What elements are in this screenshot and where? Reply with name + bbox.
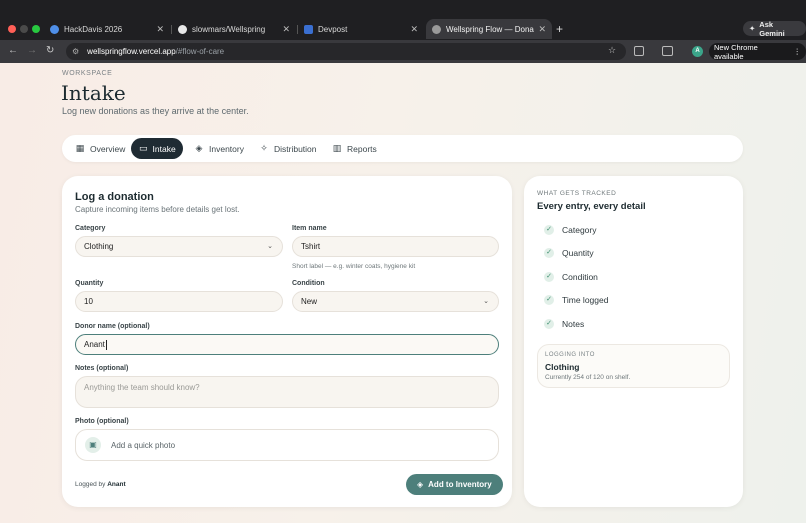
add-photo-button[interactable]: ▣ Add a quick photo <box>75 429 499 461</box>
bookmark-star-icon[interactable]: ☆ <box>608 45 616 56</box>
github-favicon-icon <box>178 24 187 34</box>
bar-chart-icon: ▥ <box>332 143 342 153</box>
back-arrow-icon[interactable]: ← <box>8 45 18 56</box>
side-eyebrow: WHAT GETS TRACKED <box>537 190 617 197</box>
notes-textarea[interactable]: Anything the team should know? <box>75 376 499 408</box>
tab-inventory[interactable]: ◈ Inventory <box>186 138 252 159</box>
check-icon: ✓ <box>544 295 554 305</box>
donor-name-input[interactable]: Anant <box>75 334 499 355</box>
chevron-down-icon: ⌄ <box>483 298 489 305</box>
notes-label: Notes (optional) <box>75 365 129 372</box>
item-name-label: Item name <box>292 225 327 232</box>
check-icon: ✓ <box>544 248 554 258</box>
tab-reports[interactable]: ▥ Reports <box>324 138 385 159</box>
section-tabs: ▦ Overview ▭ Intake ◈ Inventory ✧ Distri… <box>62 135 743 162</box>
page-subtitle: Log new donations as they arrive at the … <box>62 106 249 116</box>
logging-into-eyebrow: LOGGING INTO <box>545 352 595 358</box>
logging-into-category: Clothing <box>545 362 580 372</box>
forward-arrow-icon[interactable]: → <box>27 45 37 56</box>
box-icon: ◈ <box>417 480 424 489</box>
globe-favicon-icon <box>432 24 441 34</box>
category-label: Category <box>75 225 106 232</box>
hackdavis-favicon-icon <box>50 24 59 34</box>
donor-name-label: Donor name (optional) <box>75 323 150 330</box>
item-name-hint: Short label — e.g. winter coats, hygiene… <box>292 263 416 270</box>
reload-icon[interactable]: ↻ <box>46 45 54 56</box>
page-title: Intake <box>61 81 126 105</box>
photo-label: Photo (optional) <box>75 418 129 425</box>
address-bar[interactable]: ⚙ wellspringflow.vercel.app/#flow-of-car… <box>66 43 626 60</box>
tracked-item-category: ✓ Category <box>544 225 597 235</box>
tab-intake[interactable]: ▭ Intake <box>131 138 183 159</box>
text-cursor <box>105 339 107 350</box>
cast-screen-icon[interactable] <box>662 46 673 56</box>
logging-into-panel: LOGGING INTO Clothing Currently 254 of 1… <box>537 344 730 388</box>
devpost-favicon-icon <box>304 24 313 34</box>
category-select[interactable]: Clothing ⌄ <box>75 236 283 257</box>
tracked-item-time-logged: ✓ Time logged <box>544 295 608 305</box>
maximize-window-button[interactable] <box>32 25 40 33</box>
more-vertical-icon[interactable]: ⋮ <box>794 47 802 56</box>
item-name-input[interactable]: Tshirt <box>292 236 499 257</box>
handshake-icon: ✧ <box>260 143 268 153</box>
close-tab-icon[interactable]: ✕ <box>282 24 290 35</box>
condition-label: Condition <box>292 280 325 287</box>
grid-icon: ▦ <box>75 143 85 153</box>
new-tab-plus-icon[interactable]: + <box>556 22 563 36</box>
image-icon: ▣ <box>85 437 101 453</box>
close-tab-icon[interactable]: ✕ <box>410 24 418 35</box>
close-window-button[interactable] <box>8 25 16 33</box>
page-eyebrow: WORKSPACE <box>62 70 113 77</box>
condition-select[interactable]: New ⌄ <box>292 291 499 312</box>
new-chrome-available-button[interactable]: New Chrome available ⋮ <box>709 43 806 61</box>
form-subtitle: Capture incoming items before details ge… <box>75 205 240 214</box>
browser-tab-github[interactable]: slowmars/Wellspring ✕ <box>172 19 296 39</box>
check-icon: ✓ <box>544 319 554 329</box>
gemini-sparkle-icon: ✦ <box>749 24 756 33</box>
tab-distribution[interactable]: ✧ Distribution <box>251 138 325 159</box>
browser-tab-devpost[interactable]: Devpost ✕ <box>298 19 424 39</box>
quantity-label: Quantity <box>75 280 104 287</box>
browser-tab-hackdavis[interactable]: HackDavis 2026 ✕ <box>44 19 170 39</box>
box-icon: ◈ <box>195 143 203 153</box>
ask-gemini-button[interactable]: ✦ Ask Gemini <box>743 20 806 38</box>
extensions-puzzle-icon[interactable] <box>634 46 644 56</box>
tab-overview[interactable]: ▦ Overview <box>67 138 133 159</box>
tracked-item-condition: ✓ Condition <box>544 272 598 282</box>
site-info-icon[interactable]: ⚙ <box>72 47 79 56</box>
tracked-item-quantity: ✓ Quantity <box>544 248 594 258</box>
side-title: Every entry, every detail <box>537 201 646 212</box>
logged-by-text: Logged by Anant <box>75 481 126 488</box>
quantity-input[interactable]: 10 <box>75 291 283 312</box>
shelf-status: Currently 254 of 120 on shelf. <box>545 374 631 381</box>
form-title: Log a donation <box>75 191 154 203</box>
check-icon: ✓ <box>544 272 554 282</box>
tracked-item-notes: ✓ Notes <box>544 319 584 329</box>
log-donation-card: Log a donation Capture incoming items be… <box>62 176 512 507</box>
app-page: WORKSPACE Intake Log new donations as th… <box>0 63 806 523</box>
close-tab-icon[interactable]: ✕ <box>538 24 546 35</box>
browser-tab-wellspring[interactable]: Wellspring Flow — Donations ✕ <box>426 19 552 39</box>
add-to-inventory-button[interactable]: ◈ Add to Inventory <box>406 474 503 495</box>
inbox-icon: ▭ <box>139 143 148 153</box>
close-tab-icon[interactable]: ✕ <box>156 24 164 35</box>
minimize-window-button[interactable] <box>20 25 28 33</box>
profile-avatar[interactable]: A <box>692 46 703 57</box>
check-icon: ✓ <box>544 225 554 235</box>
chevron-down-icon: ⌄ <box>267 243 273 250</box>
tracking-info-card: WHAT GETS TRACKED Every entry, every det… <box>524 176 743 507</box>
